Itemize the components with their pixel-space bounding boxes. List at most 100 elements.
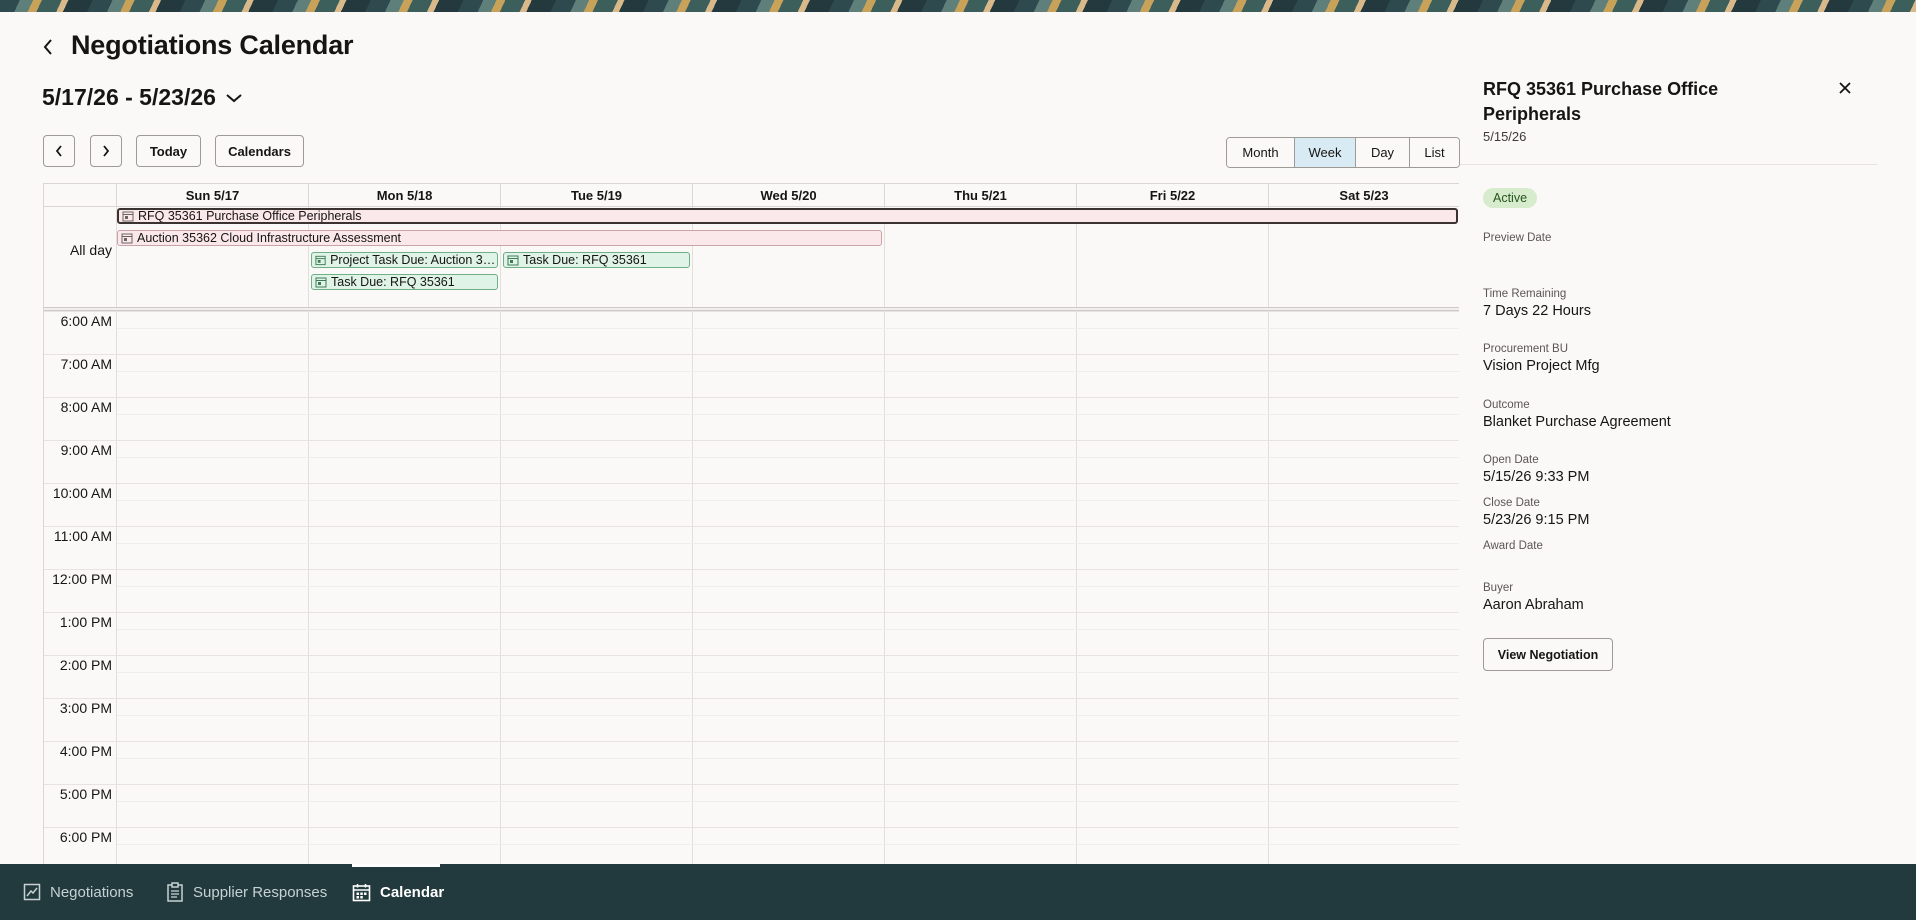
view-negotiation-button[interactable]: View Negotiation (1483, 638, 1613, 671)
close-icon (1839, 82, 1851, 94)
day-header-wed: Wed 5/20 (693, 184, 885, 207)
calendar-event-icon (121, 233, 133, 244)
grid-line (500, 207, 501, 864)
calendar-icon (352, 883, 371, 901)
event-task-due-rfq-tue[interactable]: Task Due: RFQ 35361 (503, 252, 690, 268)
outcome-value: Blanket Purchase Agreement (1483, 414, 1671, 430)
time-label: 4:00 PM (59, 743, 112, 759)
task-icon (315, 255, 326, 266)
page-title: Negotiations Calendar (71, 30, 354, 60)
status-badge: Active (1483, 188, 1538, 208)
half-hour-line (117, 328, 1459, 329)
event-project-task-due[interactable]: Project Task Due: Auction 35362 (311, 252, 498, 268)
hour-line (44, 827, 1459, 828)
nav-supplier-responses[interactable]: Supplier Responses (166, 864, 327, 920)
time-label: 11:00 AM (53, 528, 112, 544)
grid-line (308, 207, 309, 864)
calendars-button[interactable]: Calendars (215, 135, 304, 167)
hour-line (44, 397, 1459, 398)
time-label: 2:00 PM (59, 657, 112, 673)
half-hour-line (117, 457, 1459, 458)
next-week-button[interactable] (90, 135, 122, 167)
date-range-label: 5/17/26 - 5/23/26 (42, 84, 216, 110)
task-icon (315, 277, 327, 288)
open-date-value: 5/15/26 9:33 PM (1483, 469, 1590, 485)
preview-date-label: Preview Date (1483, 232, 1552, 244)
event-rfq-35361[interactable]: RFQ 35361 Purchase Office Peripherals (117, 208, 1458, 224)
nav-label: Supplier Responses (193, 883, 328, 901)
view-list-button[interactable]: List (1410, 138, 1459, 167)
time-label: 1:00 PM (59, 614, 112, 630)
procurement-bu-label: Procurement BU (1483, 343, 1569, 355)
week-calendar: Sun 5/17 Mon 5/18 Tue 5/19 Wed 5/20 Thu … (43, 183, 1459, 864)
date-range-selector[interactable]: 5/17/26 - 5/23/26 (42, 84, 242, 111)
corner-cell (44, 184, 117, 207)
hour-line (44, 354, 1459, 355)
day-header-fri: Fri 5/22 (1077, 184, 1269, 207)
procurement-bu-value: Vision Project Mfg (1483, 358, 1600, 374)
grid-line (1076, 207, 1077, 864)
event-label: Auction 35362 Cloud Infrastructure Asses… (137, 231, 402, 245)
half-hour-line (117, 414, 1459, 415)
time-label: 8:00 AM (60, 399, 112, 415)
event-label: Project Task Due: Auction 35362 (330, 253, 497, 267)
time-label: 3:00 PM (59, 700, 112, 716)
outcome-label: Outcome (1483, 399, 1530, 411)
time-label: 5:00 PM (59, 786, 112, 802)
nav-negotiations[interactable]: Negotiations (23, 864, 133, 920)
hour-line (44, 655, 1459, 656)
half-hour-line (117, 629, 1459, 630)
panel-subtitle: 5/15/26 (1483, 129, 1527, 144)
close-panel-button[interactable] (1834, 77, 1856, 99)
half-hour-line (117, 801, 1459, 802)
day-header-thu: Thu 5/21 (885, 184, 1077, 207)
view-week-button[interactable]: Week (1295, 138, 1356, 167)
bottom-navigation: Negotiations Supplier Responses Calendar (0, 864, 1916, 920)
half-hour-line (117, 586, 1459, 587)
view-day-button[interactable]: Day (1356, 138, 1410, 167)
all-day-label: All day (69, 242, 112, 258)
time-label: 6:00 PM (59, 829, 112, 845)
panel-divider (1460, 164, 1878, 165)
time-label: 7:00 AM (60, 356, 112, 372)
half-hour-line (117, 543, 1459, 544)
chevron-left-icon (55, 145, 62, 157)
hour-line (44, 526, 1459, 527)
grid-line (884, 207, 885, 864)
time-remaining-value: 7 Days 22 Hours (1483, 303, 1591, 319)
buyer-value: Aaron Abraham (1483, 597, 1584, 613)
nav-label: Negotiations (50, 883, 134, 901)
open-date-label: Open Date (1483, 454, 1539, 466)
day-header-mon: Mon 5/18 (309, 184, 501, 207)
hour-line (44, 440, 1459, 441)
event-task-due-rfq-mon[interactable]: Task Due: RFQ 35361 (311, 274, 498, 290)
event-label: RFQ 35361 Purchase Office Peripherals (138, 209, 362, 223)
event-label: Task Due: RFQ 35361 (523, 253, 647, 267)
time-label: 9:00 AM (60, 442, 112, 458)
chevron-right-icon (103, 145, 110, 157)
event-auction-35362[interactable]: Auction 35362 Cloud Infrastructure Asses… (117, 230, 882, 246)
event-detail-panel: RFQ 35361 Purchase Office Peripherals 5/… (1460, 72, 1916, 864)
back-button[interactable] (38, 36, 58, 58)
hour-line (44, 612, 1459, 613)
half-hour-line (117, 371, 1459, 372)
task-icon (507, 255, 519, 266)
calendar-event-icon (122, 211, 134, 222)
close-date-label: Close Date (1483, 497, 1540, 509)
previous-week-button[interactable] (43, 135, 75, 167)
hour-line (44, 741, 1459, 742)
view-month-button[interactable]: Month (1227, 138, 1295, 167)
grid-line (1268, 207, 1269, 864)
time-label: 12:00 PM (52, 571, 112, 587)
nav-calendar[interactable]: Calendar (352, 864, 444, 920)
hour-line (44, 784, 1459, 785)
buyer-label: Buyer (1483, 582, 1514, 594)
day-header-sun: Sun 5/17 (117, 184, 309, 207)
today-button[interactable]: Today (136, 135, 201, 167)
time-label: 10:00 AM (52, 485, 112, 501)
half-hour-line (117, 715, 1459, 716)
hour-line (44, 569, 1459, 570)
panel-title: RFQ 35361 Purchase Office Peripherals (1483, 79, 1719, 124)
hour-line (44, 311, 1459, 312)
half-hour-line (117, 500, 1459, 501)
